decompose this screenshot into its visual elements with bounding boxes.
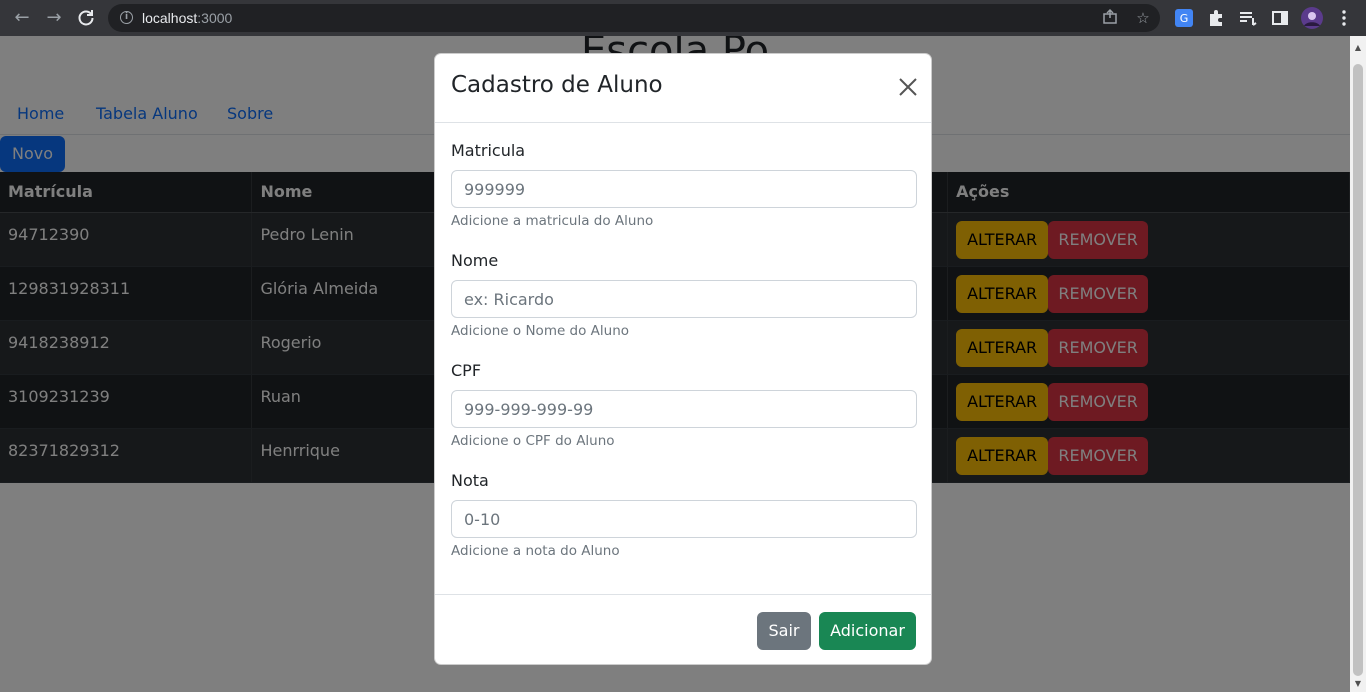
matricula-label: Matricula <box>451 141 526 160</box>
cpf-label: CPF <box>451 361 482 380</box>
profile-avatar[interactable] <box>1301 7 1323 29</box>
translate-extension-icon[interactable]: G <box>1174 8 1194 28</box>
matricula-help-text: Adicione a matricula do Aluno <box>451 213 654 229</box>
scroll-up-arrow-icon[interactable]: ▲ <box>1350 40 1366 56</box>
scroll-down-arrow-icon[interactable]: ▼ <box>1350 676 1366 692</box>
address-bar[interactable]: i localhost:3000 ☆ <box>108 4 1160 32</box>
modal-title: Cadastro de Aluno <box>451 72 663 98</box>
close-icon[interactable] <box>895 74 921 100</box>
add-button[interactable]: Adicionar <box>819 612 916 650</box>
site-info-icon[interactable]: i <box>120 11 133 24</box>
scrollbar-thumb[interactable] <box>1353 64 1363 676</box>
share-icon[interactable] <box>1100 8 1120 28</box>
more-menu-icon[interactable] <box>1334 8 1354 28</box>
svg-text:G: G <box>1180 12 1189 25</box>
nome-help-text: Adicione o Nome do Aluno <box>451 323 630 339</box>
reading-list-icon[interactable] <box>1238 8 1258 28</box>
forward-arrow-icon[interactable]: → <box>42 6 66 30</box>
browser-toolbar: ← → i localhost:3000 ☆ G <box>0 0 1366 36</box>
reload-icon[interactable] <box>74 6 98 30</box>
nota-help-text: Adicione a nota do Aluno <box>451 543 620 559</box>
nota-label: Nota <box>451 471 489 490</box>
cpf-input[interactable] <box>451 390 917 428</box>
student-registration-modal: Cadastro de Aluno Matricula Adicione a m… <box>434 53 932 665</box>
extensions-puzzle-icon[interactable] <box>1206 8 1226 28</box>
nome-input[interactable] <box>451 280 917 318</box>
matricula-input[interactable] <box>451 170 917 208</box>
exit-button[interactable]: Sair <box>757 612 811 650</box>
bookmark-star-icon[interactable]: ☆ <box>1133 8 1153 28</box>
side-panel-icon[interactable] <box>1270 8 1290 28</box>
nota-input[interactable] <box>451 500 917 538</box>
page-scrollbar[interactable]: ▲ ▼ <box>1350 36 1366 692</box>
modal-header: Cadastro de Aluno <box>435 54 931 123</box>
cpf-help-text: Adicione o CPF do Aluno <box>451 433 615 449</box>
nome-label: Nome <box>451 251 499 270</box>
url-text[interactable]: localhost:3000 <box>142 10 232 26</box>
back-arrow-icon[interactable]: ← <box>10 6 34 30</box>
modal-footer: Sair Adicionar <box>435 594 931 665</box>
